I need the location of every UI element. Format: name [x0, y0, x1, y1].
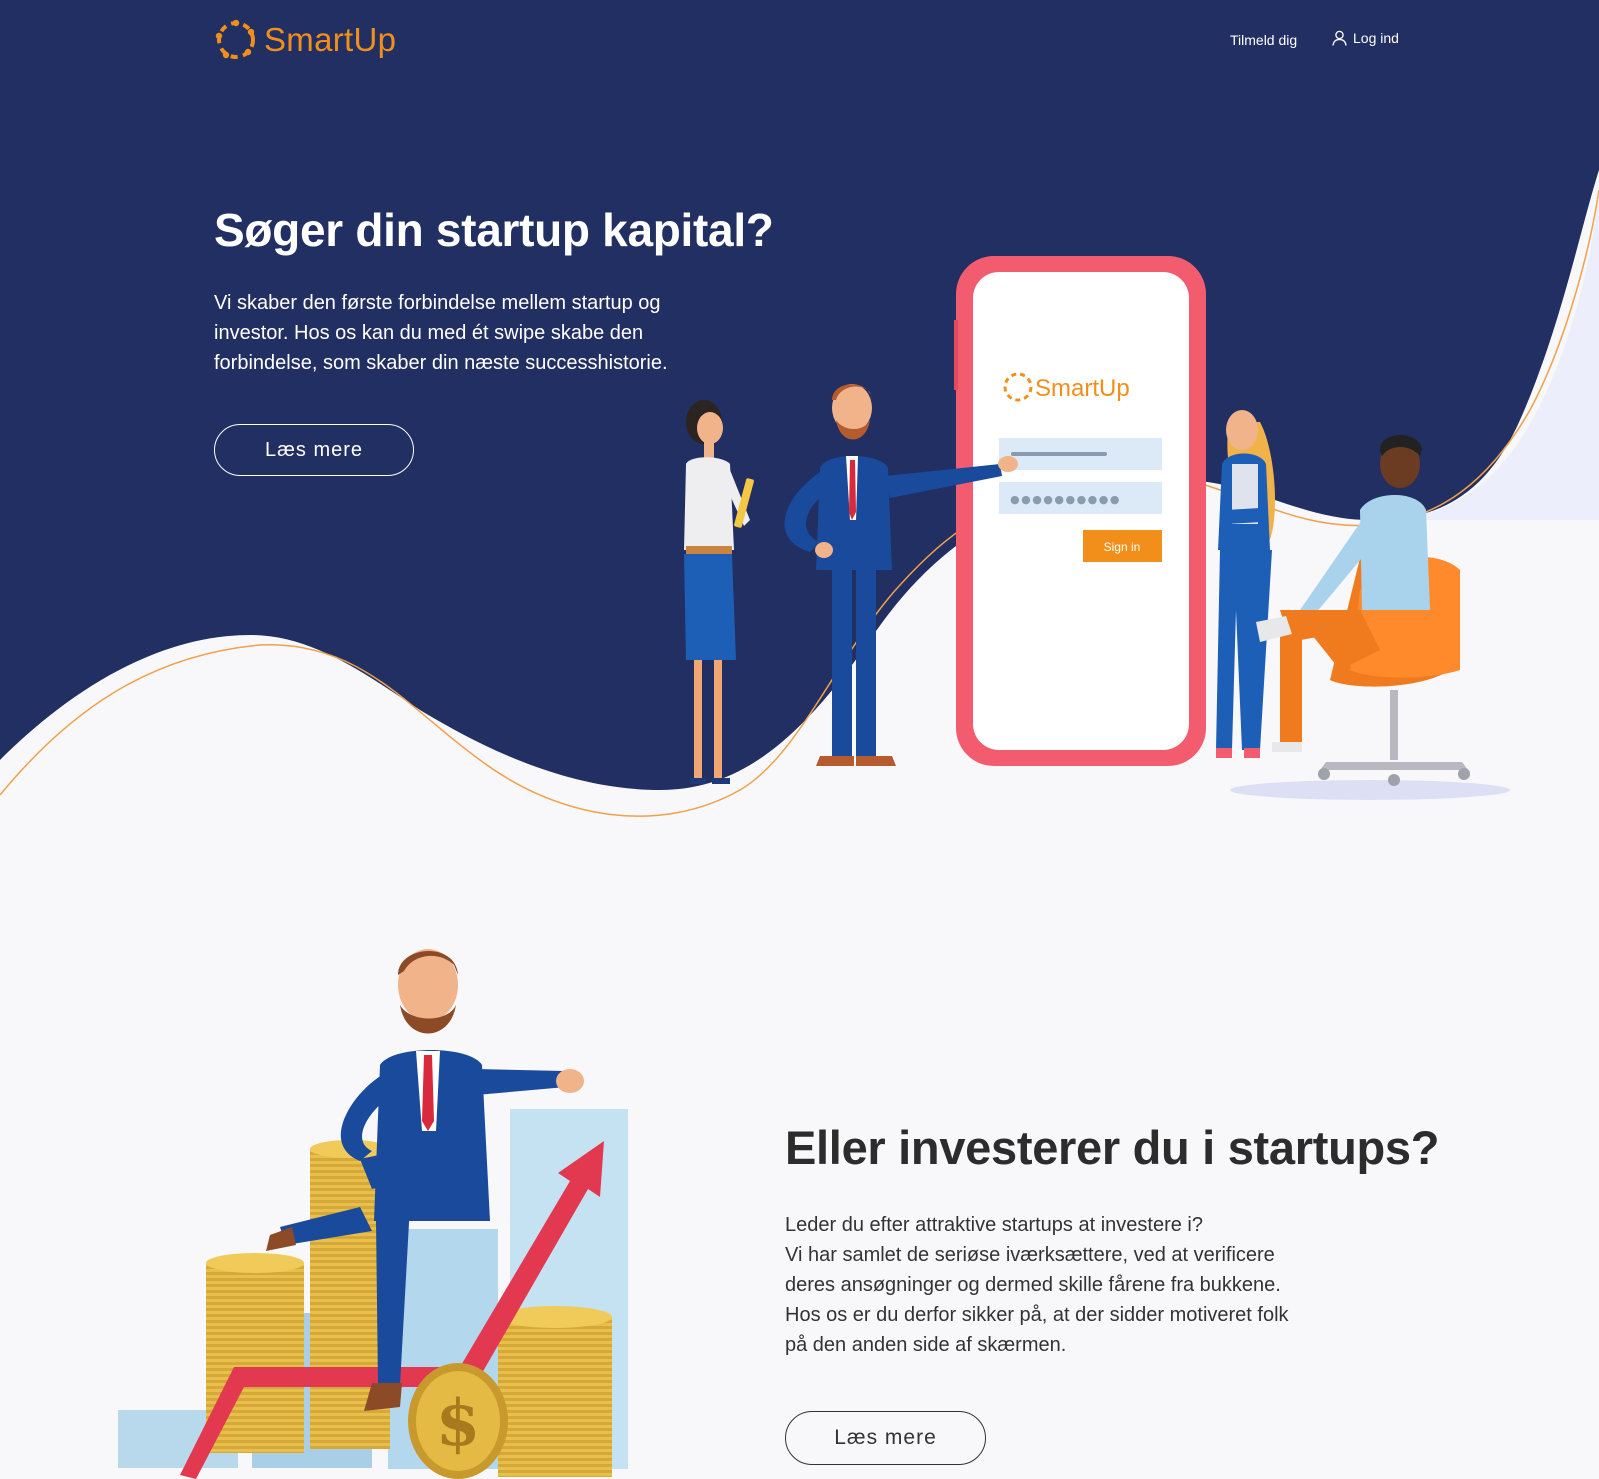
- investor-text-line: deres ansøgninger og dermed skille fåren…: [785, 1274, 1281, 1296]
- hero-title: Søger din startup kapital?: [214, 204, 774, 256]
- investor-section-description: Leder du efter attraktive startups at in…: [785, 1210, 1345, 1360]
- man-on-office-chair-figure: [1256, 435, 1470, 786]
- investor-text-line: Hos os er du derfor sikker på, at der si…: [785, 1304, 1289, 1326]
- logo-text: SmartUp: [264, 21, 397, 58]
- investor-section-title: Eller investerer du i startups?: [785, 1121, 1440, 1174]
- svg-text:$: $: [436, 1386, 481, 1461]
- smartup-logo[interactable]: SmartUp: [214, 18, 396, 62]
- floor-shadow: [1230, 780, 1510, 800]
- dollar-coin-icon: $: [408, 1363, 508, 1479]
- coin-stack-right: [498, 1306, 612, 1477]
- investor-illustration: $: [118, 949, 628, 1479]
- phone-password-mask: ●●●●●●●●●●: [1010, 493, 1121, 506]
- signup-link[interactable]: Tilmeld dig: [1230, 32, 1297, 48]
- phone-logo-text: SmartUp: [1035, 375, 1130, 402]
- woman-with-notepad-figure: [684, 400, 754, 784]
- phone-mockup: SmartUp ●●●●●●●●●● Sign in: [954, 256, 1206, 766]
- login-label: Log ind: [1353, 30, 1399, 46]
- hero-description: Vi skaber den første forbindelse mellem …: [214, 292, 668, 374]
- hero-illustration: SmartUp ●●●●●●●●●● Sign in: [684, 256, 1510, 800]
- investor-read-more-button[interactable]: Læs mere: [785, 1411, 986, 1465]
- investor-text-line: på den anden side af skærmen.: [785, 1334, 1067, 1356]
- user-icon: [1332, 30, 1347, 46]
- top-navigation: SmartUp Tilmeld dig Log ind: [0, 0, 1599, 80]
- hero-read-more-button[interactable]: Læs mere: [214, 424, 414, 476]
- phone-sign-in-label: Sign in: [1104, 540, 1141, 554]
- investor-text-line: Vi har samlet de seriøse iværksættere, v…: [785, 1244, 1275, 1266]
- login-link[interactable]: Log ind: [1332, 30, 1399, 46]
- investor-text-line: Leder du efter attraktive startups at in…: [785, 1214, 1203, 1236]
- blonde-woman-figure: [1216, 410, 1275, 758]
- logo-ring-icon: [215, 19, 255, 59]
